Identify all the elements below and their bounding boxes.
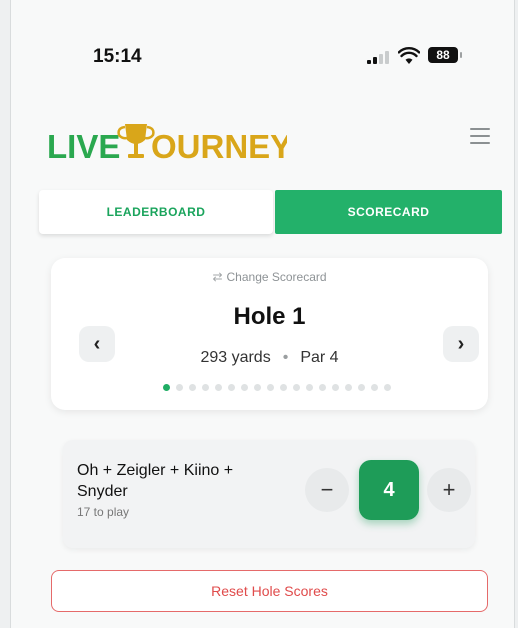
menu-button[interactable]: [470, 128, 490, 144]
reset-hole-scores-button[interactable]: Reset Hole Scores: [51, 570, 488, 612]
separator-dot: •: [282, 349, 289, 366]
battery-icon: 88: [428, 47, 462, 63]
hole-page-dot[interactable]: [267, 384, 274, 391]
next-hole-button[interactable]: ›: [443, 326, 479, 362]
hole-page-dot[interactable]: [215, 384, 222, 391]
previous-hole-button[interactable]: ‹: [79, 326, 115, 362]
tab-scorecard[interactable]: SCORECARD: [275, 190, 502, 234]
logo: LIVE OURNEY: [47, 124, 287, 165]
hole-title: Hole 1: [233, 303, 306, 330]
hole-page-dot[interactable]: [280, 384, 287, 391]
hole-card: ⇄ Change Scorecard Hole 1 293 yards • Par 4…: [51, 258, 488, 410]
phone-frame: 15:14 88 LIVE OURNEY LEADERBOARD SCORECA…: [10, 0, 515, 628]
tab-leaderboard[interactable]: LEADERBOARD: [39, 190, 273, 234]
hole-page-dot[interactable]: [293, 384, 300, 391]
hole-page-dot[interactable]: [319, 384, 326, 391]
chevron-left-icon: ‹: [93, 333, 101, 355]
svg-text:OURNEY: OURNEY: [151, 128, 287, 165]
chevron-right-icon: ›: [457, 333, 465, 355]
hole-page-dot[interactable]: [176, 384, 183, 391]
wifi-icon: [398, 47, 420, 64]
hole-page-dot[interactable]: [241, 384, 248, 391]
change-scorecard-label: Change Scorecard: [226, 270, 327, 284]
decrement-score-button[interactable]: −: [305, 468, 349, 512]
team-name: Oh + Zeigler + Kiino + Snyder: [77, 462, 234, 500]
hole-yards: 293 yards: [200, 349, 271, 366]
score-value[interactable]: 4: [359, 460, 419, 520]
team-score-card: Oh + Zeigler + Kiino + Snyder 17 to play…: [63, 440, 475, 548]
hole-page-dot[interactable]: [163, 384, 170, 391]
svg-text:LIVE: LIVE: [47, 128, 120, 165]
hole-info: 293 yards • Par 4: [51, 349, 488, 367]
signal-icon: [367, 50, 389, 64]
hole-page-dot[interactable]: [228, 384, 235, 391]
hole-page-dot[interactable]: [189, 384, 196, 391]
hole-page-dot[interactable]: [306, 384, 313, 391]
tab-bar: LEADERBOARD SCORECARD: [39, 190, 502, 236]
hole-page-dot[interactable]: [254, 384, 261, 391]
swap-icon: ⇄: [212, 270, 223, 284]
hole-page-dot[interactable]: [371, 384, 378, 391]
status-bar: 15:14 88: [11, 40, 514, 70]
hole-page-dot[interactable]: [384, 384, 391, 391]
increment-score-button[interactable]: +: [427, 468, 471, 512]
status-time: 15:14: [93, 46, 142, 67]
hole-par: Par 4: [300, 349, 339, 366]
team-to-play: 17 to play: [77, 505, 130, 519]
hole-page-dot[interactable]: [202, 384, 209, 391]
hole-page-dot[interactable]: [358, 384, 365, 391]
change-scorecard-link[interactable]: ⇄ Change Scorecard: [51, 270, 488, 284]
hole-page-dot[interactable]: [345, 384, 352, 391]
hole-page-dot[interactable]: [332, 384, 339, 391]
